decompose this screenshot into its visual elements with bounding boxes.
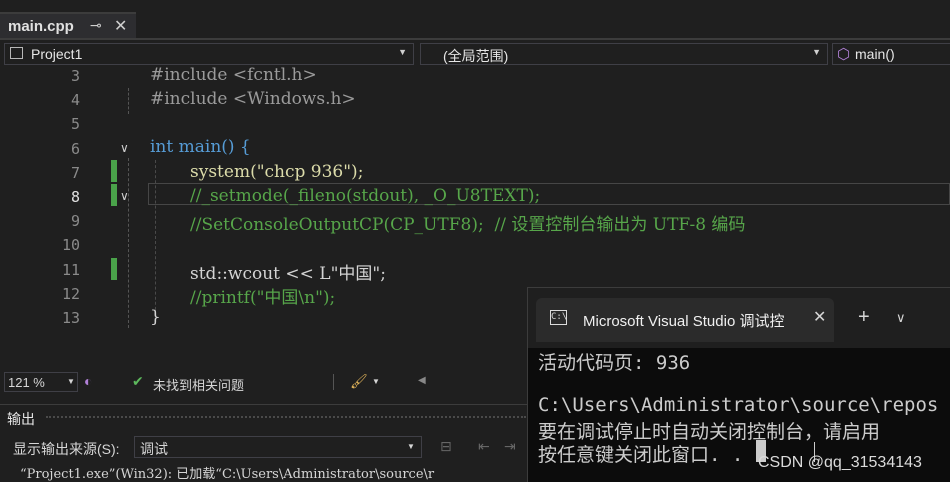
chevron-down-icon: ▼	[398, 47, 407, 57]
line-number: 11	[61, 261, 80, 279]
code-line: #include <fcntl.h>	[150, 65, 317, 85]
chevron-down-icon: ▼	[407, 442, 415, 451]
chevron-down-icon[interactable]: ▼	[372, 377, 380, 386]
cube-icon: ⬡	[837, 46, 851, 63]
check-circle-icon: ✔	[132, 373, 144, 389]
console-title: Microsoft Visual Studio 调试控	[583, 313, 785, 330]
console-titlebar: C:\ Microsoft Visual Studio 调试控 ✕ + ∨	[528, 288, 950, 348]
tab-strip	[0, 0, 950, 40]
watermark: CSDN @qq_31534143	[758, 454, 922, 471]
indent-guide	[128, 158, 130, 328]
line-number: 5	[70, 115, 80, 133]
console-tab[interactable]: C:\ Microsoft Visual Studio 调试控 ✕	[536, 298, 834, 342]
project-dropdown[interactable]: Project1 ▼	[4, 43, 414, 65]
next-message-icon[interactable]: ⇥	[504, 438, 516, 455]
tab-main-cpp[interactable]: main.cpp ⊸ ✕	[0, 12, 136, 38]
console-text: 活动代码页: 936	[538, 352, 691, 374]
change-marker	[111, 184, 117, 206]
copilot-icon[interactable]: ◐	[84, 373, 92, 389]
terminal-icon: C:\	[550, 310, 567, 325]
console-text: 按任意键关闭此窗口. . .	[538, 444, 767, 466]
line-number: 9	[70, 212, 80, 230]
scope-label: (全局范围)	[443, 48, 509, 64]
code-line: std::wcout << L"中国";	[190, 264, 386, 284]
line-number: 7	[70, 164, 80, 182]
output-source-select[interactable]: 调试 ▼	[134, 436, 422, 458]
chevron-down-icon[interactable]: ∨	[896, 310, 906, 326]
code-line: int main() {	[150, 137, 251, 157]
code-line: #include <Windows.h>	[150, 89, 356, 109]
collapse-chevron-icon[interactable]: ∨	[120, 189, 129, 203]
code-line: //_setmode(_fileno(stdout), _O_U8TEXT);	[190, 186, 541, 206]
console-text: C:\Users\Administrator\source\repos	[538, 394, 939, 416]
line-number: 6	[70, 140, 80, 158]
output-log-line: “Project1.exe”(Win32): 已加载“C:\Users\Admi…	[20, 467, 435, 482]
issues-status[interactable]: 未找到相关问题	[153, 375, 244, 394]
editor-status-bar: 121 % ▼ ◐ ✔ 未找到相关问题 🖌 ▼ ◀	[0, 372, 530, 394]
panel-grip	[46, 416, 526, 420]
code-line: //printf("中国\n");	[190, 288, 336, 308]
pin-icon[interactable]: ⊸	[90, 17, 102, 34]
find-message-icon[interactable]: ⊟	[440, 438, 452, 455]
chevron-down-icon: ▼	[812, 47, 821, 57]
zoom-value: 121 %	[8, 375, 45, 390]
line-number: 10	[61, 236, 80, 254]
output-panel: 输出 显示输出来源(S): 调试 ▼ ⊟ ⇤ ⇥ “Project1.exe”(…	[0, 404, 530, 482]
tab-label: main.cpp	[8, 18, 74, 35]
indent-guide	[128, 88, 130, 114]
output-source-value: 调试	[140, 441, 168, 457]
scope-dropdown[interactable]: (全局范围) ▼	[420, 43, 828, 65]
code-line: system("chcp 936");	[190, 162, 364, 182]
output-source-label: 显示输出来源(S):	[13, 441, 120, 457]
chevron-down-icon: ▼	[67, 377, 75, 386]
code-line: }	[150, 307, 161, 327]
function-dropdown[interactable]: ⬡ main()	[832, 43, 950, 65]
previous-message-icon[interactable]: ⇤	[478, 438, 490, 455]
change-marker	[111, 160, 117, 182]
zoom-dropdown[interactable]: 121 % ▼	[4, 372, 78, 392]
line-number: 12	[61, 285, 80, 303]
line-number: 3	[70, 67, 80, 85]
line-number: 8	[70, 188, 80, 206]
change-marker	[111, 258, 117, 280]
line-number: 13	[61, 309, 80, 327]
code-line: //SetConsoleOutputCP(CP_UTF8); // 设置控制台输…	[190, 215, 746, 235]
scroll-left-icon[interactable]: ◀	[418, 375, 426, 386]
indent-guide	[155, 160, 157, 320]
brush-icon[interactable]: 🖌	[350, 373, 368, 390]
debug-console-window[interactable]: C:\ Microsoft Visual Studio 调试控 ✕ + ∨ 活动…	[527, 287, 950, 482]
project-icon	[10, 47, 23, 59]
project-label: Project1	[31, 46, 83, 62]
close-icon[interactable]: ✕	[813, 307, 826, 327]
output-title: 输出	[7, 411, 35, 427]
line-number: 4	[70, 91, 80, 109]
divider	[333, 374, 334, 390]
close-icon[interactable]: ✕	[114, 16, 127, 36]
function-label: main()	[855, 46, 895, 62]
new-tab-icon[interactable]: +	[858, 306, 870, 329]
collapse-chevron-icon[interactable]: ∨	[120, 141, 129, 155]
navigation-bar: Project1 ▼ (全局范围) ▼ ⬡ main()	[0, 40, 950, 69]
